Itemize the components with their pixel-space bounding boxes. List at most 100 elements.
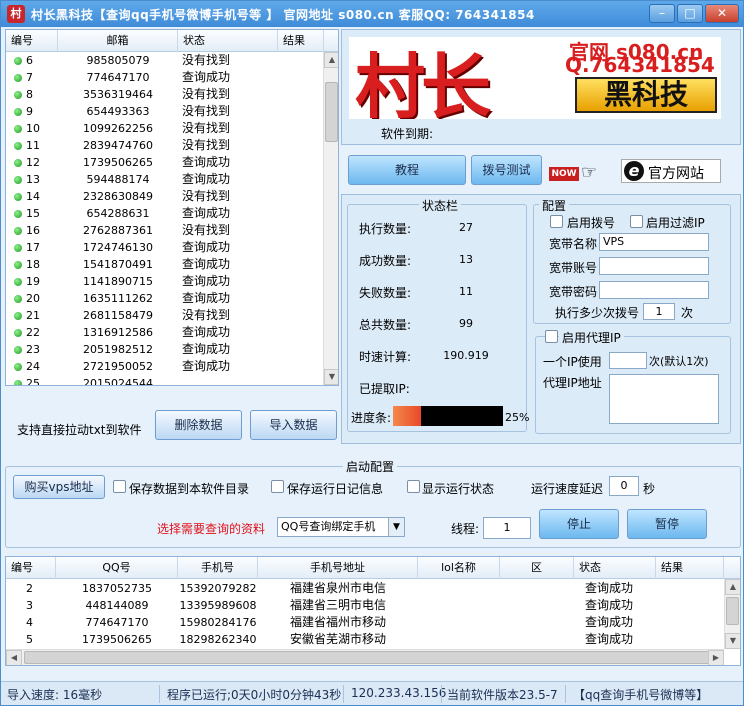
table-row[interactable]: 22 1316912586 查询成功 (6, 324, 338, 341)
delay-input[interactable]: 0 (609, 476, 639, 496)
row-id: 15 (26, 207, 40, 220)
broadband-account-label: 宽带账号 (549, 261, 598, 275)
table-row[interactable]: 13 594488174 查询成功 (6, 171, 338, 188)
result-grid-hscroll[interactable]: ◀ ▶ (6, 649, 724, 665)
scroll-down-arrow-icon[interactable]: ▼ (725, 633, 740, 649)
threads-input[interactable]: 1 (483, 517, 531, 539)
show-status-checkbox[interactable] (407, 480, 420, 493)
import-data-button[interactable]: 导入数据 (250, 410, 337, 440)
table-row[interactable]: 11 2839474760 没有找到 (6, 137, 338, 154)
chevron-down-icon[interactable]: ▼ (388, 518, 404, 536)
save-data-checkbox[interactable] (113, 480, 126, 493)
row-id: 3 (26, 599, 33, 612)
col-header-phone[interactable]: 手机号 (178, 557, 258, 579)
row-phone: 18298262340 (179, 633, 257, 646)
table-row[interactable]: 25 2015024544 (6, 375, 338, 385)
scroll-thumb[interactable] (726, 597, 739, 625)
col-header-id[interactable]: 编号 (6, 30, 58, 52)
table-row[interactable]: 4 774647170 15980284176 福建省福州市移动 查询成功 (6, 614, 740, 631)
table-row[interactable]: 18 1541870491 查询成功 (6, 256, 338, 273)
broadband-password-input[interactable] (599, 281, 709, 299)
row-email: 1724746130 (83, 241, 153, 254)
progress-bar-fill (393, 406, 421, 426)
query-type-select[interactable]: QQ号查询绑定手机 ▼ (277, 517, 405, 537)
table-row[interactable]: 20 1635111262 查询成功 (6, 290, 338, 307)
col-header-qq[interactable]: QQ号 (56, 557, 178, 579)
table-row[interactable]: 17 1724746130 查询成功 (6, 239, 338, 256)
table-row[interactable]: 10 1099262256 没有找到 (6, 120, 338, 137)
table-row[interactable]: 9 654493363 没有找到 (6, 103, 338, 120)
scroll-up-arrow-icon[interactable]: ▲ (324, 52, 338, 68)
tutorial-button[interactable]: 教程 (348, 155, 466, 185)
close-button[interactable]: ✕ (705, 4, 739, 23)
delete-data-button[interactable]: 删除数据 (155, 410, 242, 440)
table-row[interactable]: 8 3536319464 没有找到 (6, 86, 338, 103)
scroll-right-arrow-icon[interactable]: ▶ (708, 650, 724, 665)
email-list-vscroll[interactable]: ▲ ▼ (323, 52, 338, 385)
status-dot-icon (14, 210, 22, 218)
email-list-grid[interactable]: 编号 邮箱 状态 结果 6 985805079 没有找到 7 774647170 查询成功… (5, 29, 339, 386)
table-row[interactable]: 12 1739506265 查询成功 (6, 154, 338, 171)
scroll-left-arrow-icon[interactable]: ◀ (6, 650, 22, 665)
pause-button[interactable]: 暂停 (627, 509, 707, 539)
status-dot-icon (14, 312, 22, 320)
table-row[interactable]: 21 2681158479 没有找到 (6, 307, 338, 324)
progress-percent: 25% (505, 411, 530, 424)
proxy-addr-input[interactable] (609, 374, 719, 424)
scroll-thumb[interactable] (325, 82, 338, 142)
dial-test-button[interactable]: 拨号测试 (471, 155, 542, 185)
ip-use-input[interactable] (609, 352, 647, 369)
enable-dial-checkbox[interactable] (550, 215, 563, 228)
col-header-result[interactable]: 结果 (656, 557, 724, 579)
dial-every-input[interactable]: 1 (643, 303, 675, 320)
table-row[interactable]: 16 2762887361 没有找到 (6, 222, 338, 239)
col-header-id[interactable]: 编号 (6, 557, 56, 579)
now-pointer-icon[interactable]: NOW ☞ (549, 163, 609, 185)
maximize-button[interactable]: □ (677, 4, 703, 23)
col-header-area[interactable]: 区 (500, 557, 574, 579)
table-row[interactable]: 24 2721950052 查询成功 (6, 358, 338, 375)
table-row[interactable]: 7 774647170 查询成功 (6, 69, 338, 86)
ip-address: 120.233.43.156 (351, 686, 447, 700)
scroll-thumb[interactable] (24, 651, 714, 664)
scroll-down-arrow-icon[interactable]: ▼ (324, 369, 338, 385)
col-header-email[interactable]: 邮箱 (58, 30, 178, 52)
save-log-checkbox[interactable] (271, 480, 284, 493)
buy-vps-button[interactable]: 购买vps地址 (13, 475, 105, 499)
result-grid[interactable]: 编号 QQ号 手机号 手机号地址 lol名称 区 状态 结果 2 18370527… (5, 556, 741, 666)
col-header-lol-name[interactable]: lol名称 (418, 557, 500, 579)
table-row[interactable]: 19 1141890715 查询成功 (6, 273, 338, 290)
status-dot-icon (14, 363, 22, 371)
enable-proxy-checkbox[interactable] (545, 330, 558, 343)
broadband-name-input[interactable]: VPS (599, 233, 709, 251)
table-row[interactable]: 23 2051982512 查询成功 (6, 341, 338, 358)
table-row[interactable]: 2 1837052735 15392079282 福建省泉州市电信 查询成功 (6, 580, 740, 597)
table-row[interactable]: 5 1739506265 18298262340 安徽省芜湖市移动 查询成功 (6, 631, 740, 648)
table-row[interactable]: 6 985805079 没有找到 (6, 52, 338, 69)
table-row[interactable]: 14 2328630849 没有找到 (6, 188, 338, 205)
dial-every-unit: 次 (681, 306, 694, 320)
scroll-up-arrow-icon[interactable]: ▲ (725, 579, 740, 595)
ip-use-unit: 次(默认1次) (649, 355, 709, 368)
row-id: 19 (26, 275, 40, 288)
col-header-status[interactable]: 状态 (574, 557, 656, 579)
enable-filter-ip-checkbox[interactable] (630, 215, 643, 228)
col-header-result[interactable]: 结果 (278, 30, 324, 52)
status-item-value: 99 (459, 317, 473, 330)
dial-every-label: 执行多少次拨号 (555, 306, 640, 320)
result-grid-vscroll[interactable]: ▲ ▼ (724, 579, 740, 649)
import-speed: 导入速度: 16毫秒 (7, 688, 103, 702)
status-dot-icon (14, 125, 22, 133)
official-site-link[interactable]: e 官方网站 (621, 159, 721, 183)
table-row[interactable]: 15 654288631 查询成功 (6, 205, 338, 222)
title-bar[interactable]: 村 村长黑科技【查询qq手机号微博手机号等 】 官网地址 s080.cn 客服Q… (1, 1, 743, 27)
broadband-account-input[interactable] (599, 257, 709, 275)
main-window: 村 村长黑科技【查询qq手机号微博手机号等 】 官网地址 s080.cn 客服Q… (0, 0, 744, 706)
delay-label: 运行速度延迟 (531, 482, 604, 496)
row-email: 2721950052 (83, 360, 153, 373)
table-row[interactable]: 3 448144089 13395989608 福建省三明市电信 查询成功 (6, 597, 740, 614)
minimize-button[interactable]: – (649, 4, 675, 23)
col-header-status[interactable]: 状态 (178, 30, 278, 52)
stop-button[interactable]: 停止 (539, 509, 619, 539)
col-header-phone-address[interactable]: 手机号地址 (258, 557, 418, 579)
